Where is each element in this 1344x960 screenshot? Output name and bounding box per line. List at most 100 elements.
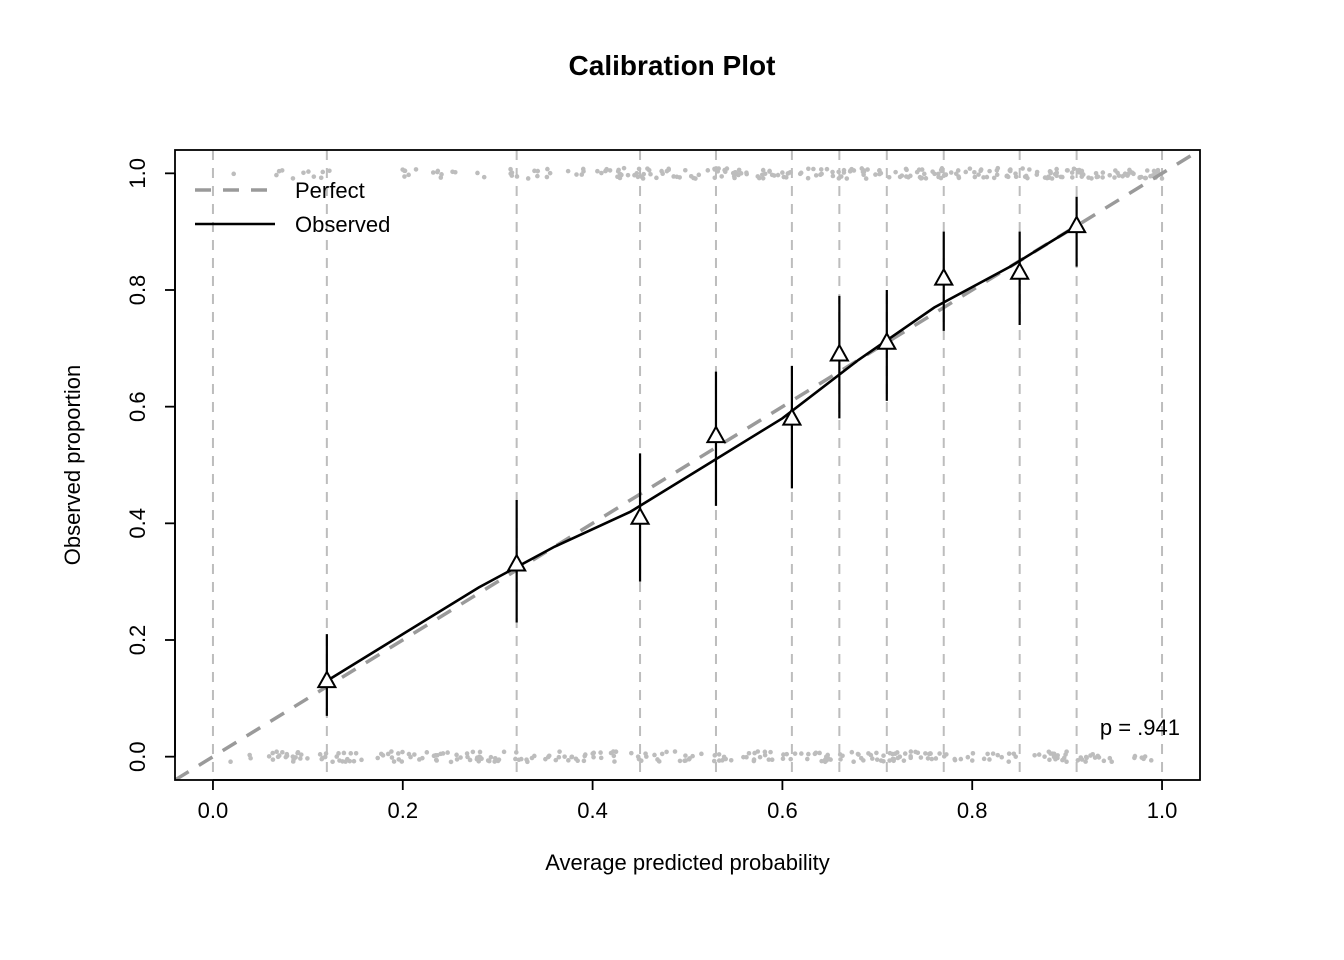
- rug-point: [968, 166, 973, 171]
- rug-point: [575, 758, 580, 763]
- rug-point: [270, 751, 275, 756]
- rug-point: [425, 750, 430, 755]
- rug-point: [381, 753, 386, 758]
- rug-point: [1102, 759, 1107, 764]
- y-tick-label: 0.0: [125, 741, 150, 772]
- rug-point: [987, 169, 992, 174]
- rug-point: [553, 758, 558, 763]
- rug-point: [274, 749, 279, 754]
- x-tick-label: 0.8: [957, 798, 988, 823]
- rug-point: [1059, 175, 1064, 180]
- rug-point: [562, 754, 567, 759]
- rug-point: [806, 176, 811, 181]
- rug-point: [675, 175, 680, 180]
- rug-point: [1070, 170, 1075, 175]
- rug-point: [893, 170, 898, 175]
- rug-point: [458, 755, 463, 760]
- rug-point: [1143, 176, 1148, 181]
- rug-point: [1097, 755, 1102, 760]
- x-tick-label: 0.6: [767, 798, 798, 823]
- rug-point: [591, 751, 596, 756]
- rug-point: [924, 176, 929, 181]
- rug-point: [1037, 752, 1042, 757]
- rug-point: [583, 752, 588, 757]
- rug-point: [881, 753, 886, 758]
- rug-point: [1045, 176, 1050, 181]
- chart-title: Calibration Plot: [569, 50, 776, 81]
- observed-point: [831, 345, 848, 360]
- x-axis: 0.00.20.40.60.81.0: [198, 780, 1178, 823]
- rug-point: [683, 753, 688, 758]
- rug-point: [655, 757, 660, 762]
- rug-point: [566, 758, 571, 763]
- rug-point: [825, 167, 830, 172]
- rug-point: [1005, 173, 1010, 178]
- rug-point: [973, 175, 978, 180]
- rug-point: [781, 752, 786, 757]
- rug-point: [780, 170, 785, 175]
- rug-point: [851, 759, 856, 764]
- rug-point: [664, 750, 669, 755]
- rug-point: [828, 757, 833, 762]
- rug-point: [995, 168, 1000, 173]
- rug-point: [390, 755, 395, 760]
- rug-point: [433, 753, 438, 758]
- rug-point: [959, 757, 964, 762]
- rug-point: [817, 751, 822, 756]
- rug-point: [276, 755, 281, 760]
- rug-point: [923, 751, 928, 756]
- rug-point: [819, 172, 824, 177]
- y-tick-label: 1.0: [125, 158, 150, 189]
- rug-point: [323, 755, 328, 760]
- rug-point: [1013, 171, 1018, 176]
- rug-point: [582, 759, 587, 764]
- rug-point: [231, 172, 236, 177]
- rug-point: [599, 171, 604, 176]
- rug-point: [683, 168, 688, 173]
- rug-point: [652, 753, 657, 758]
- rug-point: [1112, 175, 1117, 180]
- rug-point: [475, 757, 480, 762]
- rug-point: [639, 758, 644, 763]
- rug-point: [678, 759, 683, 764]
- rug-point: [436, 169, 441, 174]
- rug-point: [689, 174, 694, 179]
- rug-point: [937, 751, 942, 756]
- rug-point: [1078, 755, 1083, 760]
- rug-point: [722, 168, 727, 173]
- rug-point: [788, 170, 793, 175]
- rug-point: [987, 757, 992, 762]
- rug-point: [1065, 168, 1070, 173]
- rug-point: [406, 173, 411, 178]
- rug-point: [305, 756, 310, 761]
- rug-point: [862, 170, 867, 175]
- y-tick-label: 0.6: [125, 391, 150, 422]
- rug-point: [665, 169, 670, 174]
- rug-point: [712, 753, 717, 758]
- rug-point: [389, 749, 394, 754]
- rug-point: [407, 752, 412, 757]
- rug-point: [645, 166, 650, 171]
- rug-point: [248, 756, 253, 761]
- rug-point: [492, 759, 497, 764]
- rug-point: [831, 174, 836, 179]
- rug-point: [755, 749, 760, 754]
- rug-point: [330, 759, 335, 764]
- rug-point: [545, 175, 550, 180]
- rug-point: [928, 751, 933, 756]
- rug-point: [1053, 172, 1058, 177]
- rug-point: [909, 749, 914, 754]
- y-tick-label: 0.2: [125, 625, 150, 656]
- rug-point: [888, 751, 893, 756]
- rug-point: [615, 174, 620, 179]
- rug-point: [295, 751, 300, 756]
- rug-point: [502, 750, 507, 755]
- rug-point: [981, 175, 986, 180]
- rug-point: [805, 757, 810, 762]
- rug-point: [1047, 757, 1052, 762]
- rug-point: [274, 173, 279, 178]
- rug-point: [903, 751, 908, 756]
- rug-point: [1156, 168, 1161, 173]
- rug-point: [614, 749, 619, 754]
- rug-point: [320, 170, 325, 175]
